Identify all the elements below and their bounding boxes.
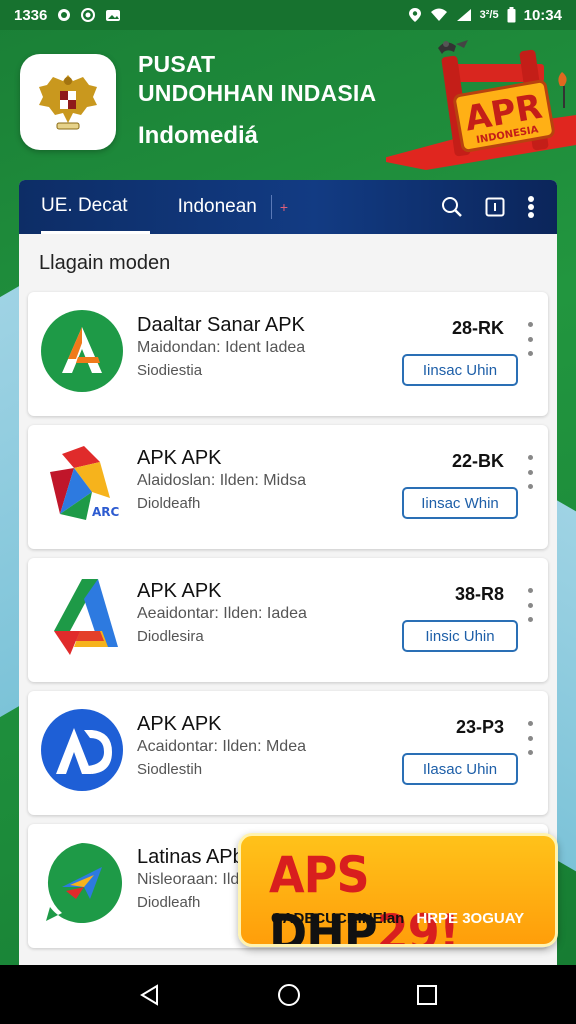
home-icon[interactable] xyxy=(277,983,301,1007)
android-a-icon xyxy=(40,309,124,393)
install-button[interactable]: Ilasac Uhin xyxy=(402,753,518,785)
more-options-icon[interactable] xyxy=(526,588,534,622)
app-name: APK APK xyxy=(137,580,222,602)
tab-actions xyxy=(441,196,557,218)
list-item[interactable]: APK APK Acaidontar: Ilden: Mdea Siodlest… xyxy=(28,691,548,815)
app-name: APK APK xyxy=(137,713,222,735)
promo-title: APS DHP29! xyxy=(269,846,532,944)
google-a-icon xyxy=(40,575,124,659)
app-name: Daaltar Sanar APK xyxy=(137,314,305,336)
tab-bar: UE. Decat Indonean + xyxy=(19,180,557,234)
section-title: Llagain moden xyxy=(39,252,171,274)
search-icon[interactable] xyxy=(441,196,463,218)
recents-icon[interactable] xyxy=(416,984,438,1006)
install-button[interactable]: Iinsac Uhin xyxy=(402,354,518,386)
notification-icon xyxy=(57,8,71,22)
more-options-icon[interactable] xyxy=(526,322,534,356)
blue-ad-icon xyxy=(40,708,124,792)
app-header: PUSAT UNDOHHAN INDASIA Indomediá APR IND… xyxy=(0,30,576,180)
promo-title-red: APS xyxy=(269,846,370,904)
app-category: Diodleafh xyxy=(137,894,201,911)
list-item[interactable]: APK APK Aeaidontar: Ilden: Iadea Diodles… xyxy=(28,558,548,682)
app-name: APK APK xyxy=(137,447,222,469)
tab-star-icon[interactable]: + xyxy=(280,199,288,215)
app-name: Latinas APbr xyxy=(137,846,251,868)
promo-subtitle: GADECUCRINElan HRPE 3OGUAY xyxy=(271,910,524,927)
promo-banner[interactable]: APS DHP29! GADECUCRINElan HRPE 3OGUAY xyxy=(238,833,558,947)
battery-text: 3²/5 xyxy=(479,9,499,21)
location-icon xyxy=(408,7,422,23)
list-item[interactable]: Daaltar Sanar APK Maidondan: Ident Iadea… xyxy=(28,292,548,416)
apk-banner-decoration: APR INDONESIA xyxy=(376,30,576,180)
app-size: 38-R8 xyxy=(454,584,504,604)
app-desc: Maidondan: Ident Iadea xyxy=(137,339,306,356)
clock: 10:34 xyxy=(523,6,562,24)
image-icon xyxy=(105,9,121,22)
promo-sub1: GADECUCRINElan xyxy=(271,910,405,927)
install-button[interactable]: Iinsic Uhin xyxy=(402,620,518,652)
more-options-icon[interactable] xyxy=(526,721,534,755)
header-subtitle: Indomediá xyxy=(138,122,259,149)
promo-sub2: HRPE 3OGUAY xyxy=(416,910,525,927)
garuda-emblem-logo xyxy=(20,54,116,150)
install-button[interactable]: Iinsac Whin xyxy=(402,487,518,519)
tab-indonean[interactable]: Indonean xyxy=(178,180,257,234)
app-size: 22-BK xyxy=(451,451,504,471)
app-size: 28-RK xyxy=(451,318,504,338)
app-category: Dioldeafh xyxy=(137,495,201,512)
tab-divider xyxy=(270,195,272,219)
app-size: 23-P3 xyxy=(455,717,504,737)
signal-icon xyxy=(456,8,472,22)
more-vert-icon[interactable] xyxy=(527,196,535,218)
app-desc: Acaidontar: Ilden: Mdea xyxy=(137,738,306,755)
status-bar: 1336 3²/5 10:34 xyxy=(0,0,576,30)
header-title-line1: PUSAT xyxy=(138,51,216,77)
status-left-text: 1336 xyxy=(14,6,48,24)
battery-icon xyxy=(507,7,516,23)
green-arrow-icon xyxy=(40,841,124,925)
bookmark-icon[interactable] xyxy=(485,197,505,217)
wifi-icon xyxy=(430,8,448,22)
app-category: Siodiestia xyxy=(137,362,203,379)
app-desc: Alaidoslan: Ilden: Midsa xyxy=(137,472,306,489)
app-category: Siodlestih xyxy=(137,761,203,778)
back-icon[interactable] xyxy=(138,983,162,1007)
list-item[interactable]: ARC APK APK Alaidoslan: Ilden: Midsa Dio… xyxy=(28,425,548,549)
system-nav-bar xyxy=(0,965,576,1024)
more-options-icon[interactable] xyxy=(526,455,534,489)
tab-ue-decat[interactable]: UE. Decat xyxy=(41,180,150,234)
record-icon xyxy=(81,8,96,22)
colorful-a-icon: ARC xyxy=(40,442,124,526)
app-desc: Nisleoraan: Ilde xyxy=(137,871,249,888)
header-title-line2: UNDOHHAN INDASIA xyxy=(138,80,377,106)
svg-text:ARC: ARC xyxy=(92,505,120,519)
app-category: Diodlesira xyxy=(137,628,204,645)
app-desc: Aeaidontar: Ilden: Iadea xyxy=(137,605,307,622)
header-title: PUSAT UNDOHHAN INDASIA xyxy=(138,50,376,108)
